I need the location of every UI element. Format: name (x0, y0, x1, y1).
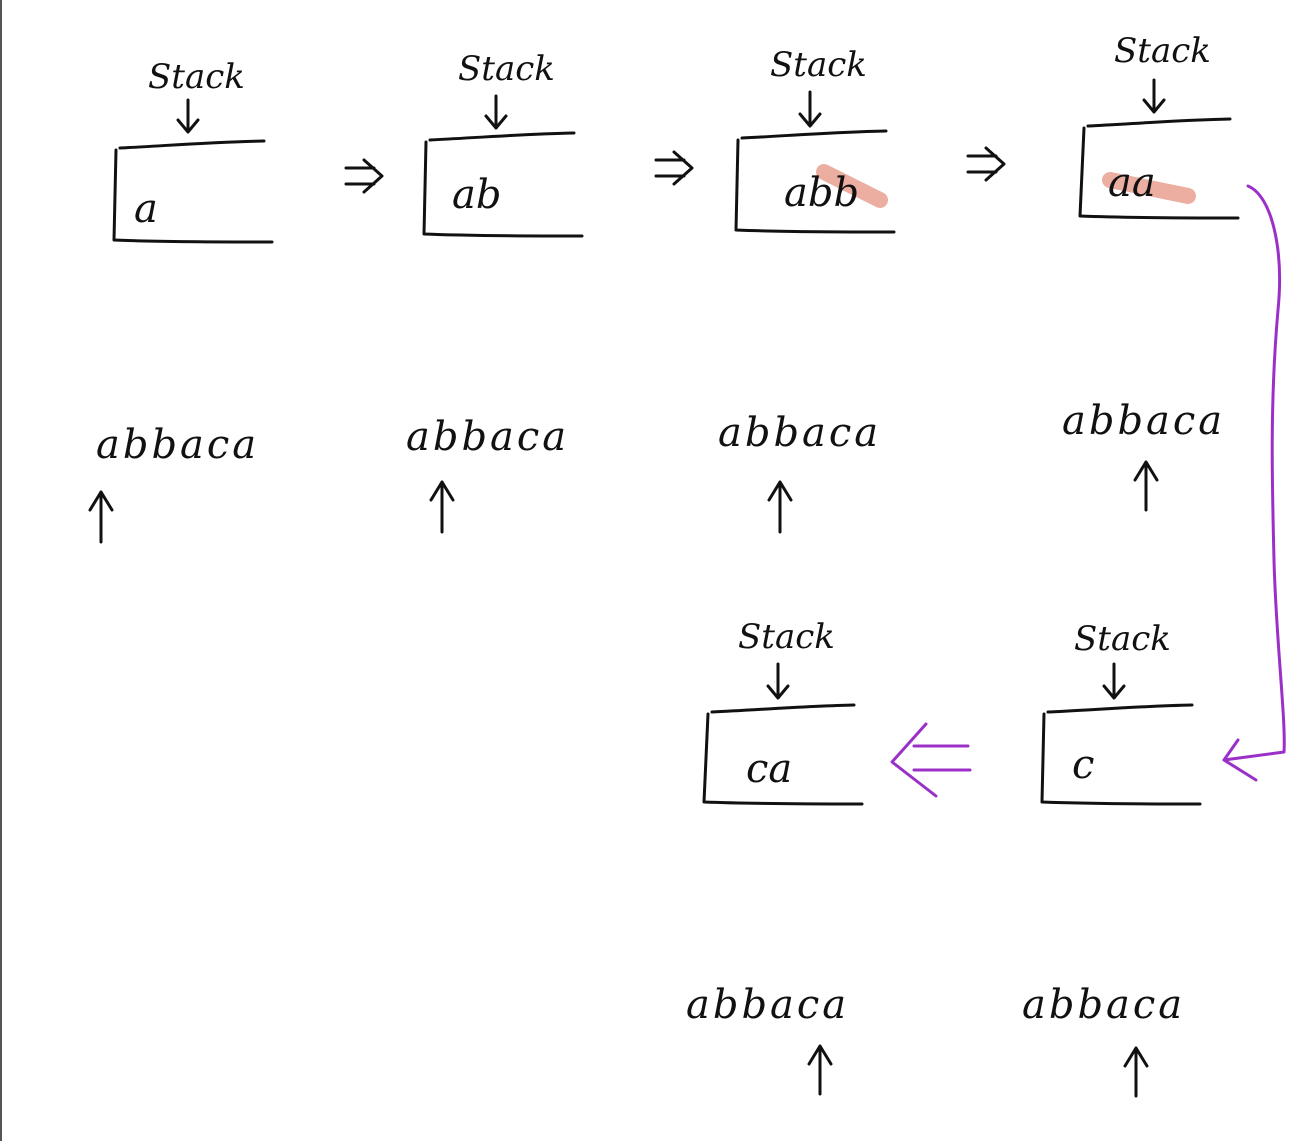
input-string: abbaca (686, 982, 849, 1028)
step-5: Stack c abbaca (1022, 619, 1202, 1098)
input-string: abbaca (1022, 982, 1185, 1028)
down-arrow-icon (766, 662, 790, 700)
stack-label: Stack (738, 617, 835, 657)
diagram-canvas: Stack a abbaca Stack ab abbaca Stack abb… (0, 0, 1299, 1141)
input-string: abbaca (718, 410, 881, 456)
purple-connector-arrow (1222, 184, 1286, 762)
pointer-up-arrow-icon (429, 480, 455, 534)
input-string: abbaca (96, 422, 259, 468)
pointer-up-arrow-icon (1123, 1046, 1149, 1098)
stack-contents: a (134, 186, 158, 232)
stack-label: Stack (1114, 31, 1211, 71)
down-arrow-icon (484, 94, 508, 130)
stack-label: Stack (770, 45, 867, 85)
pointer-up-arrow-icon (1133, 460, 1159, 512)
stack-label: Stack (458, 49, 555, 89)
down-arrow-icon (798, 90, 822, 128)
step-1: Stack a abbaca (88, 57, 274, 544)
stack-contents: ca (746, 746, 792, 792)
stack-trace-diagram: Stack a abbaca Stack ab abbaca Stack abb… (88, 31, 1286, 1098)
step-4: Stack aa abbaca (1062, 31, 1240, 512)
stack-contents: aa (1108, 160, 1156, 206)
stack-contents: c (1072, 742, 1094, 788)
step-2: Stack ab abbaca (406, 49, 584, 534)
input-string: abbaca (406, 414, 569, 460)
stack-contents: ab (452, 172, 501, 218)
stack-label: Stack (1074, 619, 1171, 659)
stack-box (1040, 703, 1202, 806)
stack-label: Stack (148, 57, 245, 97)
next-arrow-icon (966, 146, 1006, 182)
down-arrow-icon (1102, 662, 1126, 700)
stack-contents: abb (784, 170, 859, 216)
step-6: Stack ca abbaca (686, 617, 864, 1096)
stack-box (1078, 117, 1240, 220)
input-string: abbaca (1062, 398, 1225, 444)
stack-box (422, 131, 584, 238)
purple-double-arrow-icon (890, 722, 972, 798)
pointer-up-arrow-icon (88, 490, 114, 544)
step-3: Stack abb abbaca (718, 45, 896, 534)
down-arrow-icon (1142, 78, 1166, 114)
pointer-up-arrow-icon (767, 480, 793, 534)
next-arrow-icon (654, 150, 694, 186)
pointer-up-arrow-icon (807, 1044, 833, 1096)
down-arrow-icon (176, 98, 200, 134)
next-arrow-icon (344, 158, 384, 194)
